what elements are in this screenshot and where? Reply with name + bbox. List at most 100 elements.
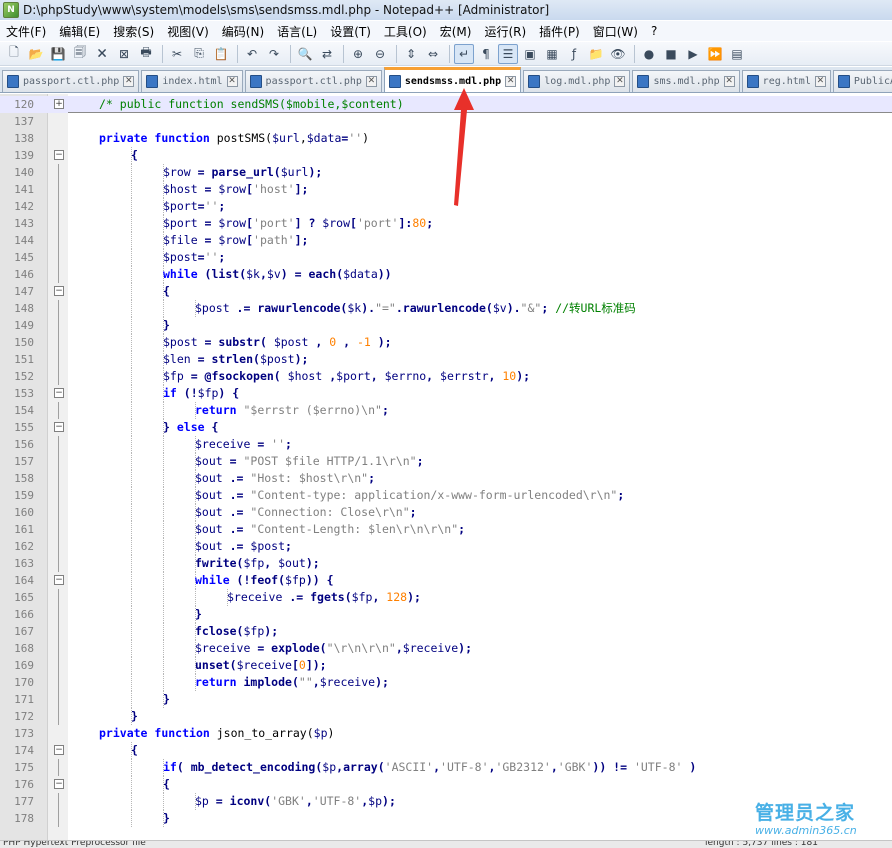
code-line[interactable]: 158 $out .= "Host: $host\r\n";: [0, 470, 892, 487]
find-icon[interactable]: 🔍: [295, 44, 315, 64]
code-line[interactable]: 161 $out .= "Content-Length: $len\r\n\r\n…: [0, 521, 892, 538]
code-line[interactable]: 157 $out = "POST $file HTTP/1.1\r\n";: [0, 453, 892, 470]
zoom-out-icon[interactable]: ⊖: [370, 44, 390, 64]
tab-close-icon[interactable]: ✕: [614, 76, 626, 87]
run-macro-multiple-icon[interactable]: ⏩: [705, 44, 725, 64]
code-line[interactable]: 176 − {: [0, 776, 892, 793]
fold-expand-icon[interactable]: +: [54, 99, 64, 109]
document-tab[interactable]: passport.ctl.php ✕: [2, 70, 140, 92]
menu-item[interactable]: 工具(O): [384, 23, 427, 40]
tab-close-icon[interactable]: ✕: [814, 76, 826, 87]
save-macro-icon[interactable]: ▤: [727, 44, 747, 64]
undo-icon[interactable]: ↶: [242, 44, 262, 64]
sync-horizontal-icon[interactable]: ⇔: [423, 44, 443, 64]
code-line[interactable]: 150 $post = substr( $post , 0 , -1 );: [0, 334, 892, 351]
cut-icon[interactable]: ✂: [167, 44, 187, 64]
code-line[interactable]: 169 unset($receive[0]);: [0, 657, 892, 674]
sync-vertical-icon[interactable]: ⇕: [401, 44, 421, 64]
code-line[interactable]: 171}: [0, 691, 892, 708]
menu-item[interactable]: 宏(M): [440, 23, 472, 40]
fold-collapse-icon[interactable]: −: [54, 779, 64, 789]
monitoring-icon[interactable]: 👁: [608, 44, 628, 64]
code-line[interactable]: 167 fclose($fp);: [0, 623, 892, 640]
code-line[interactable]: 165 $receive .= fgets($fp, 128);: [0, 589, 892, 606]
code-line[interactable]: 149}: [0, 317, 892, 334]
document-tab[interactable]: log.mdl.php ✕: [523, 70, 631, 92]
menu-item[interactable]: 编码(N): [222, 23, 264, 40]
document-tab[interactable]: passport.ctl.php ✕: [244, 70, 382, 92]
menu-item[interactable]: 窗口(W): [593, 23, 638, 40]
code-line[interactable]: 153 − if (!$fp) {: [0, 385, 892, 402]
code-line[interactable]: 174 − {: [0, 742, 892, 759]
indent-guide-icon[interactable]: ☰: [498, 43, 518, 64]
code-line[interactable]: 152 $fp = @fsockopen( $host ,$port, $errn…: [0, 368, 892, 385]
print-icon[interactable]: 🖶: [136, 44, 156, 64]
open-file-icon[interactable]: 📂: [26, 44, 46, 64]
code-line[interactable]: 148 $post .= rawurlencode($k)."=".rawurle…: [0, 300, 892, 317]
menu-item[interactable]: 视图(V): [167, 23, 209, 40]
tab-close-icon[interactable]: ✕: [505, 75, 517, 87]
function-list-icon[interactable]: ƒ: [564, 44, 584, 64]
code-line[interactable]: 160 $out .= "Connection: Close\r\n";: [0, 504, 892, 521]
fold-collapse-icon[interactable]: −: [54, 388, 64, 398]
user-language-icon[interactable]: ▣: [520, 44, 540, 64]
menu-item[interactable]: 插件(P): [539, 23, 580, 40]
code-line[interactable]: 151 $len = strlen($post);: [0, 351, 892, 368]
paste-icon[interactable]: 📋: [211, 44, 231, 64]
playback-macro-icon[interactable]: ▶: [683, 44, 703, 64]
menu-item[interactable]: 搜索(S): [113, 23, 154, 40]
code-line[interactable]: 159 $out .= "Content-type: application/x-…: [0, 487, 892, 504]
menu-item[interactable]: 运行(R): [484, 23, 526, 40]
fold-collapse-icon[interactable]: −: [54, 422, 64, 432]
code-line[interactable]: 143 $port = $row['port'] ? $row['port']:8…: [0, 215, 892, 232]
tab-close-icon[interactable]: ✕: [365, 76, 377, 87]
document-tab[interactable]: index.html ✕: [141, 70, 243, 92]
menu-item[interactable]: 编辑(E): [59, 23, 100, 40]
document-tab[interactable]: PublicActi: [832, 70, 892, 92]
code-line[interactable]: 172}: [0, 708, 892, 725]
code-line[interactable]: 147 − {: [0, 283, 892, 300]
code-line[interactable]: 168 $receive = explode("\r\n\r\n",$receiv…: [0, 640, 892, 657]
redo-icon[interactable]: ↷: [264, 44, 284, 64]
code-line[interactable]: 146 while (list($k,$v) = each($data)): [0, 266, 892, 283]
menu-item[interactable]: 语言(L): [277, 23, 317, 40]
fold-collapse-icon[interactable]: −: [54, 575, 64, 585]
notepadpp-app-icon[interactable]: N: [3, 2, 19, 18]
code-line[interactable]: 144 $file = $row['path'];: [0, 232, 892, 249]
menu-item[interactable]: 设置(T): [330, 23, 371, 40]
new-file-icon[interactable]: 🗋: [4, 44, 24, 64]
code-line[interactable]: 154 return "$errstr ($errno)\n";: [0, 402, 892, 419]
close-all-icon[interactable]: ⊠: [114, 44, 134, 64]
word-wrap-icon[interactable]: ↵: [454, 43, 474, 64]
folder-workspace-icon[interactable]: 📁: [586, 44, 606, 64]
fold-collapse-icon[interactable]: −: [54, 286, 64, 296]
record-macro-icon[interactable]: ●: [639, 44, 659, 64]
close-icon[interactable]: 🗙: [92, 44, 112, 64]
code-line[interactable]: 166}: [0, 606, 892, 623]
code-line[interactable]: 164 − while (!feof($fp)) {: [0, 572, 892, 589]
code-line[interactable]: 155−} else {: [0, 419, 892, 436]
tab-close-icon[interactable]: ✕: [723, 76, 735, 87]
zoom-in-icon[interactable]: ⊕: [348, 44, 368, 64]
doc-map-icon[interactable]: ▦: [542, 44, 562, 64]
code-line[interactable]: 175 if( mb_detect_encoding($p,array('ASCI…: [0, 759, 892, 776]
code-line[interactable]: 163 fwrite($fp, $out);: [0, 555, 892, 572]
show-all-chars-icon[interactable]: ¶: [476, 44, 496, 64]
stop-recording-icon[interactable]: ■: [661, 44, 681, 64]
save-icon[interactable]: 💾: [48, 44, 68, 64]
code-line[interactable]: 162 $out .= $post;: [0, 538, 892, 555]
save-all-icon[interactable]: 🗐: [70, 44, 90, 64]
tab-close-icon[interactable]: ✕: [123, 76, 135, 87]
document-tab[interactable]: sms.mdl.php ✕: [632, 70, 740, 92]
code-line[interactable]: 145 $post='';: [0, 249, 892, 266]
document-tab[interactable]: reg.html ✕: [741, 70, 831, 92]
code-line[interactable]: 156 $receive = '';: [0, 436, 892, 453]
replace-icon[interactable]: ⇄: [317, 44, 337, 64]
menu-item[interactable]: 文件(F): [6, 23, 46, 40]
copy-icon[interactable]: ⎘: [189, 44, 209, 64]
fold-collapse-icon[interactable]: −: [54, 745, 64, 755]
tab-close-icon[interactable]: ✕: [226, 76, 238, 87]
code-line[interactable]: 170 return implode("",$receive);: [0, 674, 892, 691]
code-line[interactable]: 173 private function json_to_array($p): [0, 725, 892, 742]
fold-collapse-icon[interactable]: −: [54, 150, 64, 160]
